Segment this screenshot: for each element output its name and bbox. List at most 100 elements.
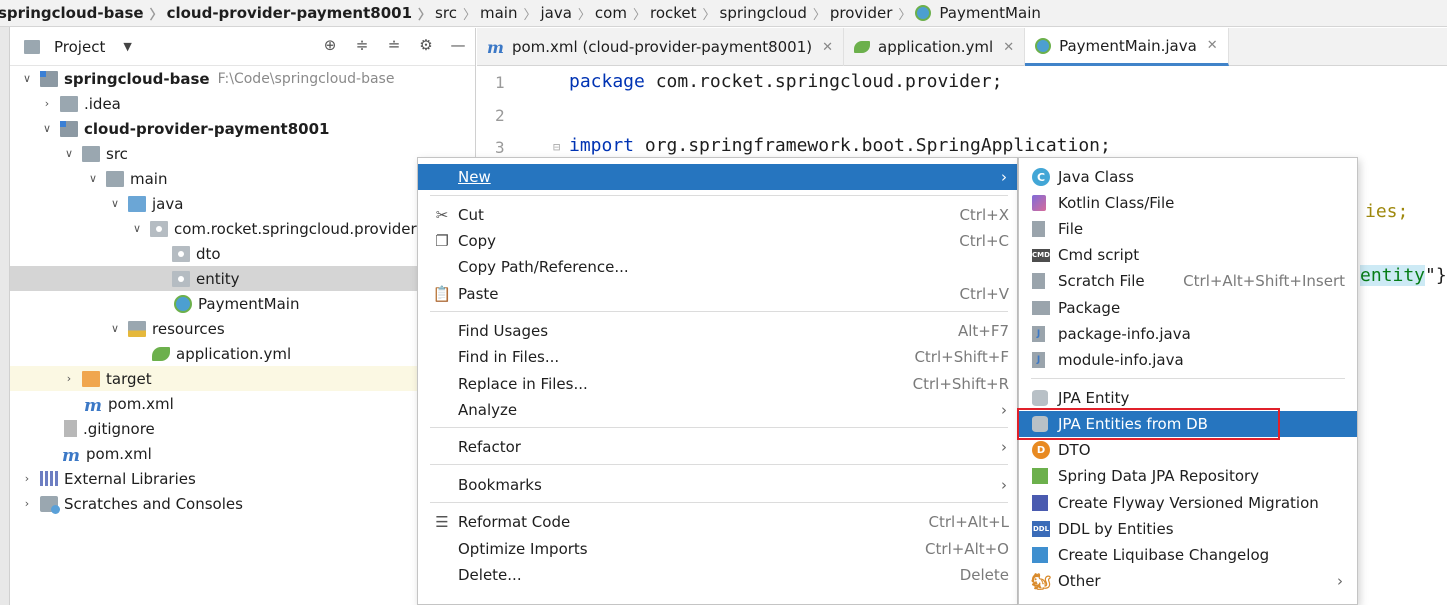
collapse-all-icon[interactable]: ≐ [385, 36, 403, 54]
submenu-item-flyway-migration[interactable]: Create Flyway Versioned Migration [1019, 490, 1357, 516]
tool-window-strip[interactable] [0, 27, 10, 605]
breadcrumb-item[interactable]: main 〉 [480, 4, 541, 23]
menu-shortcut: Ctrl+Alt+O [925, 540, 1009, 558]
chevron-right-icon[interactable]: › [62, 372, 76, 385]
tab-pom-xml[interactable]: m pom.xml (cloud-provider-payment8001) ✕ [477, 28, 845, 66]
submenu-item-jpa-entities-from-db[interactable]: JPA Entities from DB [1019, 411, 1357, 437]
submenu-item-package[interactable]: Package [1019, 295, 1357, 321]
locate-icon[interactable]: ⊕ [321, 36, 339, 54]
expand-all-icon[interactable]: ≑ [353, 36, 371, 54]
project-header: Project ▼ ⊕ ≑ ≐ ⚙ — [10, 28, 475, 66]
breadcrumb-item[interactable]: provider 〉 [830, 4, 916, 23]
menu-item-analyze[interactable]: Analyze › [418, 397, 1017, 423]
submenu-item-spring-data-repository[interactable]: Spring Data JPA Repository [1019, 463, 1357, 489]
chevron-right-icon[interactable]: › [20, 497, 34, 510]
breadcrumb-item[interactable]: PaymentMain [915, 4, 1044, 22]
code-fragment: ies; [1365, 201, 1409, 222]
chevron-down-icon[interactable]: ∨ [130, 222, 144, 235]
tree-node-target[interactable]: › target [10, 366, 476, 391]
menu-item-copy[interactable]: ❐ Copy Ctrl+C [418, 228, 1017, 254]
menu-item-refactor[interactable]: Refactor › [418, 434, 1017, 460]
breadcrumb-item[interactable]: springcloud 〉 [720, 4, 830, 23]
breadcrumb-item[interactable]: cloud-provider-payment8001 〉 [167, 4, 435, 23]
tree-node-package[interactable]: ∨ com.rocket.springcloud.provider [10, 216, 476, 241]
minimize-icon[interactable]: — [449, 36, 467, 54]
tree-node-resources[interactable]: ∨ resources [10, 316, 476, 341]
chevron-down-icon[interactable]: ∨ [40, 122, 54, 135]
tree-node-idea[interactable]: › .idea [10, 91, 476, 116]
tree-label: main [130, 169, 168, 188]
menu-item-copy-path[interactable]: Copy Path/Reference... [418, 254, 1017, 280]
menu-item-optimize-imports[interactable]: Optimize Imports Ctrl+Alt+O [418, 536, 1017, 562]
chevron-down-icon[interactable]: ∨ [62, 147, 76, 160]
code-fragment: entity"} [1360, 265, 1447, 286]
line-number: 1 [495, 73, 505, 92]
tree-node-java[interactable]: ∨ java [10, 191, 476, 216]
chevron-down-icon[interactable]: ∨ [20, 72, 34, 85]
tree-node-external-libraries[interactable]: › External Libraries [10, 466, 476, 491]
tree-node-entity[interactable]: entity [10, 266, 476, 291]
chevron-right-icon[interactable]: › [20, 472, 34, 485]
maven-icon: m [62, 445, 80, 466]
submenu-item-scratch-file[interactable]: Scratch File Ctrl+Alt+Shift+Insert [1019, 268, 1357, 294]
tree-node-root[interactable]: ∨ springcloud-base F:\Code\springcloud-b… [10, 66, 476, 91]
menu-item-replace-in-files[interactable]: Replace in Files... Ctrl+Shift+R [418, 371, 1017, 397]
chevron-down-icon[interactable]: ▼ [123, 40, 131, 53]
submenu-item-file[interactable]: File [1019, 216, 1357, 242]
submenu-item-package-info[interactable]: J package-info.java [1019, 321, 1357, 347]
submenu-item-java-class[interactable]: C Java Class [1019, 164, 1357, 190]
breadcrumb-item[interactable]: java 〉 [540, 4, 594, 23]
folder-icon [106, 170, 124, 187]
breadcrumb-item[interactable]: rocket 〉 [650, 4, 720, 23]
menu-item-find-usages[interactable]: Find Usages Alt+F7 [418, 318, 1017, 344]
tree-node-scratches[interactable]: › Scratches and Consoles [10, 491, 476, 516]
menu-item-new[interactable]: New › [418, 164, 1017, 190]
menu-item-label: Copy [458, 232, 497, 250]
tree-label: src [106, 144, 128, 163]
fold-icon[interactable]: ⊟ [553, 140, 560, 154]
tree-node-module-pom[interactable]: m pom.xml [10, 391, 476, 416]
chevron-down-icon[interactable]: ∨ [108, 322, 122, 335]
submenu-item-cmd-script[interactable]: CMD Cmd script [1019, 242, 1357, 268]
menu-item-find-in-files[interactable]: Find in Files... Ctrl+Shift+F [418, 344, 1017, 370]
close-icon[interactable]: ✕ [1207, 38, 1218, 53]
tab-application-yml[interactable]: application.yml ✕ [844, 28, 1026, 66]
gear-icon[interactable]: ⚙ [417, 36, 435, 54]
tree-node-main[interactable]: ∨ main [10, 166, 476, 191]
breadcrumb-item[interactable]: com 〉 [595, 4, 650, 23]
tree-node-gitignore[interactable]: .gitignore [10, 416, 476, 441]
tree-node-root-pom[interactable]: m pom.xml [10, 441, 476, 466]
submenu-item-module-info[interactable]: J module-info.java [1019, 347, 1357, 373]
menu-item-cut[interactable]: ✂ Cut Ctrl+X [418, 202, 1017, 228]
tree-node-application-yml[interactable]: application.yml [10, 341, 476, 366]
source-folder-icon [128, 195, 146, 212]
breadcrumb-item[interactable]: springcloud-base 〉 [0, 4, 167, 23]
submenu-item-other[interactable]: 🐿 Other › [1019, 568, 1357, 594]
menu-shortcut: Alt+F7 [957, 322, 1009, 340]
chevron-right-icon[interactable]: › [40, 97, 54, 110]
submenu-item-dto[interactable]: D DTO [1019, 437, 1357, 463]
menu-item-reformat-code[interactable]: ☰ Reformat Code Ctrl+Alt+L [418, 509, 1017, 535]
editor-tabs: m pom.xml (cloud-provider-payment8001) ✕… [477, 28, 1447, 66]
package-icon [172, 245, 190, 262]
breadcrumb-item[interactable]: src 〉 [435, 4, 480, 23]
tab-label: PaymentMain.java [1059, 36, 1197, 55]
chevron-down-icon[interactable]: ∨ [108, 197, 122, 210]
close-icon[interactable]: ✕ [822, 40, 833, 55]
menu-item-delete[interactable]: Delete... Delete [418, 562, 1017, 588]
tree-node-module[interactable]: ∨ cloud-provider-payment8001 [10, 116, 476, 141]
submenu-item-kotlin[interactable]: Kotlin Class/File [1019, 190, 1357, 216]
menu-item-bookmarks[interactable]: Bookmarks › [418, 472, 1017, 498]
menu-item-paste[interactable]: 📋 Paste Ctrl+V [418, 281, 1017, 307]
tree-node-src[interactable]: ∨ src [10, 141, 476, 166]
project-panel: Project ▼ ⊕ ≑ ≐ ⚙ — ∨ springcloud-base F… [10, 28, 476, 605]
chevron-down-icon[interactable]: ∨ [86, 172, 100, 185]
project-title[interactable]: Project [54, 38, 105, 56]
tab-paymentmain-java[interactable]: PaymentMain.java ✕ [1025, 28, 1229, 66]
close-icon[interactable]: ✕ [1003, 40, 1014, 55]
tree-node-dto[interactable]: dto [10, 241, 476, 266]
submenu-item-ddl-by-entities[interactable]: DDL DDL by Entities [1019, 516, 1357, 542]
submenu-item-jpa-entity[interactable]: JPA Entity [1019, 385, 1357, 411]
submenu-item-liquibase-changelog[interactable]: Create Liquibase Changelog [1019, 542, 1357, 568]
tree-node-paymentmain[interactable]: PaymentMain [10, 291, 476, 316]
